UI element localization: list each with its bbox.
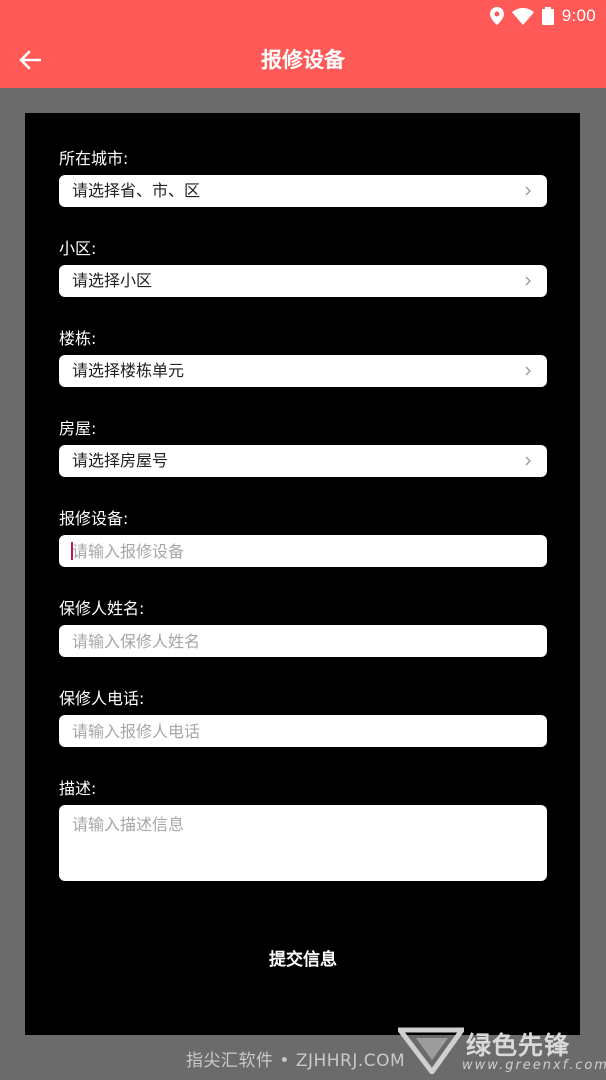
name-input[interactable] xyxy=(59,625,547,657)
chevron-right-icon xyxy=(525,276,531,286)
chevron-right-icon xyxy=(525,366,531,376)
arrow-left-icon xyxy=(19,50,41,70)
city-label: 所在城市: xyxy=(59,149,129,168)
phone-label: 保修人电话: xyxy=(59,689,145,708)
device-field xyxy=(59,535,547,567)
building-select-value: 请选择楼栋单元 xyxy=(72,361,185,380)
submit-button[interactable]: 提交信息 xyxy=(59,937,547,977)
toolbar: 报修设备 xyxy=(0,32,606,88)
house-select-value: 请选择房屋号 xyxy=(72,451,169,470)
city-select[interactable]: 请选择省、市、区 xyxy=(59,175,547,207)
device-input[interactable] xyxy=(59,535,547,567)
status-icons: 9:00 xyxy=(489,5,596,27)
page-title: 报修设备 xyxy=(261,48,345,72)
status-bar: 9:00 xyxy=(0,0,606,32)
repair-form-card: 所在城市: 请选择省、市、区 小区: 请选择小区 楼栋: 请选择楼栋单元 房屋:… xyxy=(25,113,580,1035)
chevron-right-icon xyxy=(525,186,531,196)
city-select-value: 请选择省、市、区 xyxy=(72,181,201,200)
watermark-logo: 绿色先锋 www.greenxf.com xyxy=(398,1024,606,1078)
battery-icon xyxy=(541,7,554,25)
logo-text: 绿色先锋 xyxy=(466,1031,571,1060)
watermark-text: 指尖汇软件 • ZJHHRJ.COM xyxy=(186,1051,406,1071)
phone-input[interactable] xyxy=(59,715,547,747)
text-cursor xyxy=(71,542,73,560)
wifi-icon xyxy=(511,7,534,25)
description-textarea[interactable] xyxy=(59,805,547,881)
chevron-right-icon xyxy=(525,456,531,466)
logo-url: www.greenxf.com xyxy=(462,1058,606,1073)
building-label: 楼栋: xyxy=(59,329,97,348)
back-button[interactable] xyxy=(10,40,50,80)
device-label: 报修设备: xyxy=(59,509,129,528)
community-label: 小区: xyxy=(59,239,97,258)
community-select[interactable]: 请选择小区 xyxy=(59,265,547,297)
location-icon xyxy=(489,7,504,25)
logo-mark-icon xyxy=(398,1027,464,1074)
name-label: 保修人姓名: xyxy=(59,599,145,618)
status-time: 9:00 xyxy=(561,6,596,25)
house-select[interactable]: 请选择房屋号 xyxy=(59,445,547,477)
house-label: 房屋: xyxy=(59,419,97,438)
description-label: 描述: xyxy=(59,779,97,798)
building-select[interactable]: 请选择楼栋单元 xyxy=(59,355,547,387)
community-select-value: 请选择小区 xyxy=(72,271,153,290)
